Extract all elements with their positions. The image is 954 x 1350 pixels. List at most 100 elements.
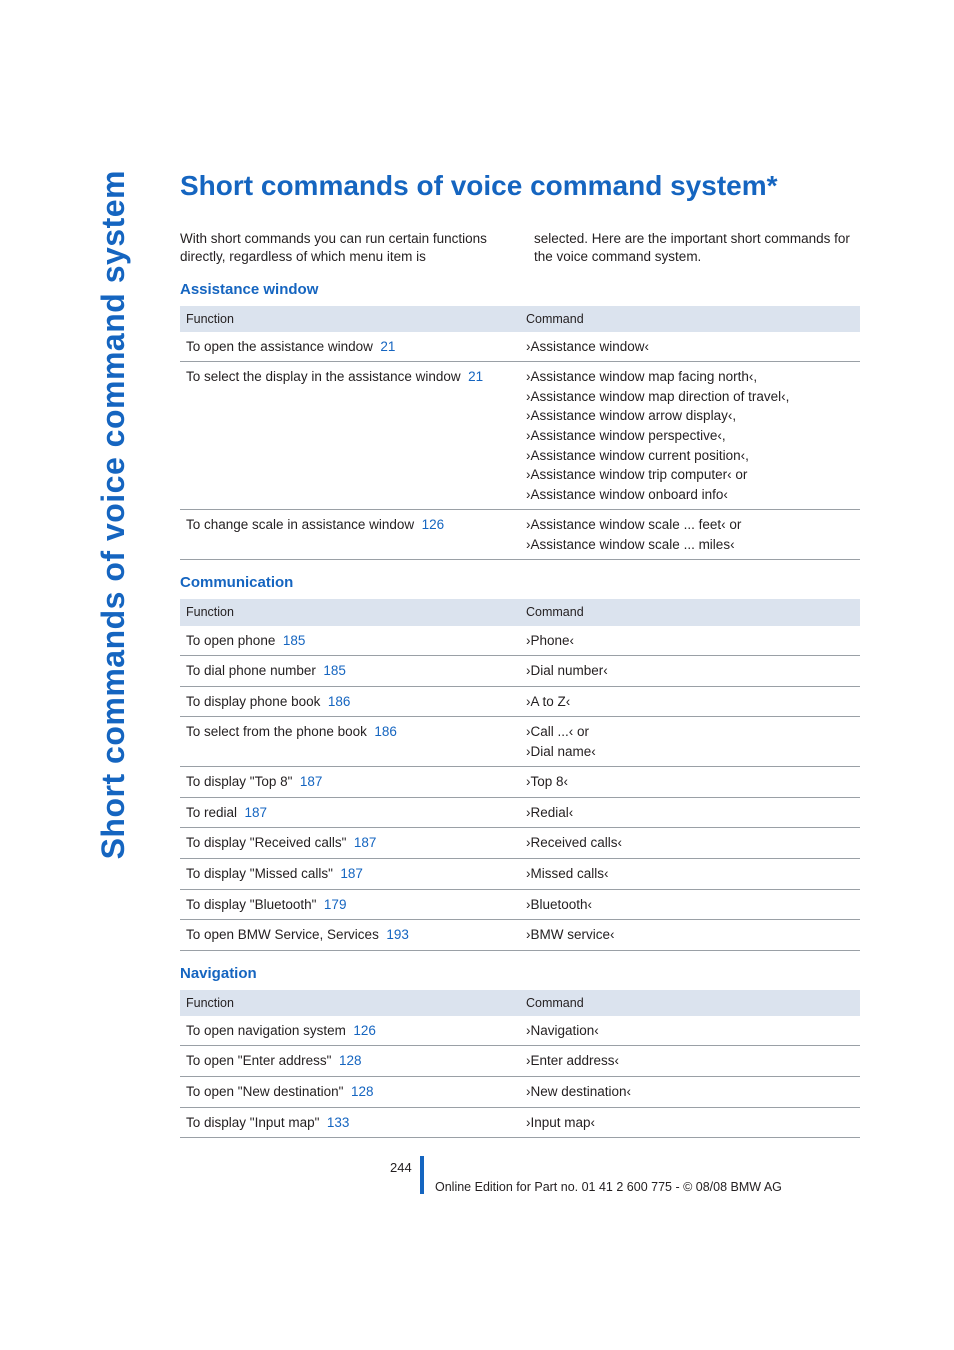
function-text: To display "Received calls" xyxy=(186,835,354,850)
col-header-function: Function xyxy=(180,990,520,1016)
table-row: To display "Received calls" 187›Received… xyxy=(180,828,860,859)
cell-command: ›Assistance window‹ xyxy=(520,332,860,362)
cell-command: ›Call ...‹ or ›Dial name‹ xyxy=(520,717,860,767)
cell-function: To dial phone number 185 xyxy=(180,656,520,687)
cell-function: To open phone 185 xyxy=(180,626,520,656)
page-ref[interactable]: 186 xyxy=(328,694,351,709)
cell-command: ›Enter address‹ xyxy=(520,1046,860,1077)
page-ref[interactable]: 187 xyxy=(300,774,323,789)
page-title: Short commands of voice command system* xyxy=(180,170,860,202)
cell-command: ›Top 8‹ xyxy=(520,767,860,798)
cell-function: To select from the phone book 186 xyxy=(180,717,520,767)
col-header-command: Command xyxy=(520,306,860,332)
section-heading: Assistance window xyxy=(180,281,860,298)
function-text: To display "Top 8" xyxy=(186,774,300,789)
table-row: To dial phone number 185›Dial number‹ xyxy=(180,656,860,687)
page-ref[interactable]: 128 xyxy=(351,1084,374,1099)
cell-command: ›New destination‹ xyxy=(520,1076,860,1107)
table-row: To display "Top 8" 187›Top 8‹ xyxy=(180,767,860,798)
cell-function: To display "Bluetooth" 179 xyxy=(180,889,520,920)
table-row: To select from the phone book 186›Call .… xyxy=(180,717,860,767)
function-text: To open the assistance window xyxy=(186,339,380,354)
cell-command: ›Missed calls‹ xyxy=(520,859,860,890)
page-ref[interactable]: 133 xyxy=(327,1115,350,1130)
cell-function: To open "Enter address" 128 xyxy=(180,1046,520,1077)
cell-function: To display "Input map" 133 xyxy=(180,1107,520,1138)
page-ref[interactable]: 187 xyxy=(340,866,363,881)
cell-function: To select the display in the assistance … xyxy=(180,362,520,510)
page-ref[interactable]: 185 xyxy=(323,663,346,678)
table-row: To open navigation system 126›Navigation… xyxy=(180,1016,860,1046)
page-ref[interactable]: 185 xyxy=(283,633,306,648)
footer-edition: Online Edition for Part no. 01 41 2 600 … xyxy=(435,1180,782,1194)
cell-command: ›Assistance window scale ... feet‹ or ›A… xyxy=(520,510,860,560)
col-header-function: Function xyxy=(180,306,520,332)
page-ref[interactable]: 21 xyxy=(468,369,483,384)
page-ref[interactable]: 187 xyxy=(245,805,268,820)
page-ref[interactable]: 193 xyxy=(386,927,409,942)
page-number-bar xyxy=(420,1156,424,1194)
cell-command: ›Input map‹ xyxy=(520,1107,860,1138)
cell-function: To display "Missed calls" 187 xyxy=(180,859,520,890)
function-text: To redial xyxy=(186,805,245,820)
function-text: To open "Enter address" xyxy=(186,1053,339,1068)
command-table: FunctionCommandTo open the assistance wi… xyxy=(180,306,860,561)
table-row: To open "Enter address" 128›Enter addres… xyxy=(180,1046,860,1077)
table-row: To open the assistance window 21›Assista… xyxy=(180,332,860,362)
cell-function: To display phone book 186 xyxy=(180,686,520,717)
col-header-command: Command xyxy=(520,599,860,625)
page-ref[interactable]: 21 xyxy=(380,339,395,354)
page-ref[interactable]: 128 xyxy=(339,1053,362,1068)
command-table: FunctionCommandTo open phone 185›Phone‹T… xyxy=(180,599,860,950)
table-row: To open phone 185›Phone‹ xyxy=(180,626,860,656)
cell-command: ›Received calls‹ xyxy=(520,828,860,859)
function-text: To dial phone number xyxy=(186,663,323,678)
command-table: FunctionCommandTo open navigation system… xyxy=(180,990,860,1138)
cell-function: To open the assistance window 21 xyxy=(180,332,520,362)
page-ref[interactable]: 186 xyxy=(374,724,397,739)
cell-function: To open "New destination" 128 xyxy=(180,1076,520,1107)
table-row: To select the display in the assistance … xyxy=(180,362,860,510)
table-row: To display "Input map" 133›Input map‹ xyxy=(180,1107,860,1138)
section-heading: Communication xyxy=(180,574,860,591)
cell-command: ›Bluetooth‹ xyxy=(520,889,860,920)
page-ref[interactable]: 179 xyxy=(324,897,347,912)
col-header-command: Command xyxy=(520,990,860,1016)
cell-function: To display "Received calls" 187 xyxy=(180,828,520,859)
function-text: To display phone book xyxy=(186,694,328,709)
section-heading: Navigation xyxy=(180,965,860,982)
cell-command: ›Redial‹ xyxy=(520,797,860,828)
table-row: To display "Missed calls" 187›Missed cal… xyxy=(180,859,860,890)
table-row: To change scale in assistance window 126… xyxy=(180,510,860,560)
cell-function: To change scale in assistance window 126 xyxy=(180,510,520,560)
page-ref[interactable]: 126 xyxy=(353,1023,376,1038)
col-header-function: Function xyxy=(180,599,520,625)
cell-function: To open navigation system 126 xyxy=(180,1016,520,1046)
function-text: To open BMW Service, Services xyxy=(186,927,386,942)
table-row: To redial 187›Redial‹ xyxy=(180,797,860,828)
function-text: To open "New destination" xyxy=(186,1084,351,1099)
table-row: To display "Bluetooth" 179›Bluetooth‹ xyxy=(180,889,860,920)
cell-function: To redial 187 xyxy=(180,797,520,828)
cell-command: ›Dial number‹ xyxy=(520,656,860,687)
function-text: To select the display in the assistance … xyxy=(186,369,468,384)
page-ref[interactable]: 187 xyxy=(354,835,377,850)
intro-left: With short commands you can run certain … xyxy=(180,230,506,266)
cell-command: ›Phone‹ xyxy=(520,626,860,656)
page-ref[interactable]: 126 xyxy=(422,517,445,532)
cell-function: To open BMW Service, Services 193 xyxy=(180,920,520,951)
function-text: To change scale in assistance window xyxy=(186,517,422,532)
intro-paragraph: With short commands you can run certain … xyxy=(180,230,860,266)
function-text: To open navigation system xyxy=(186,1023,353,1038)
function-text: To display "Missed calls" xyxy=(186,866,340,881)
cell-command: ›Assistance window map facing north‹, ›A… xyxy=(520,362,860,510)
cell-command: ›A to Z‹ xyxy=(520,686,860,717)
cell-function: To display "Top 8" 187 xyxy=(180,767,520,798)
cell-command: ›BMW service‹ xyxy=(520,920,860,951)
function-text: To select from the phone book xyxy=(186,724,374,739)
page-number: 244 xyxy=(390,1160,412,1175)
table-row: To display phone book 186›A to Z‹ xyxy=(180,686,860,717)
intro-right: selected. Here are the important short c… xyxy=(534,230,860,266)
function-text: To display "Input map" xyxy=(186,1115,327,1130)
table-row: To open BMW Service, Services 193›BMW se… xyxy=(180,920,860,951)
